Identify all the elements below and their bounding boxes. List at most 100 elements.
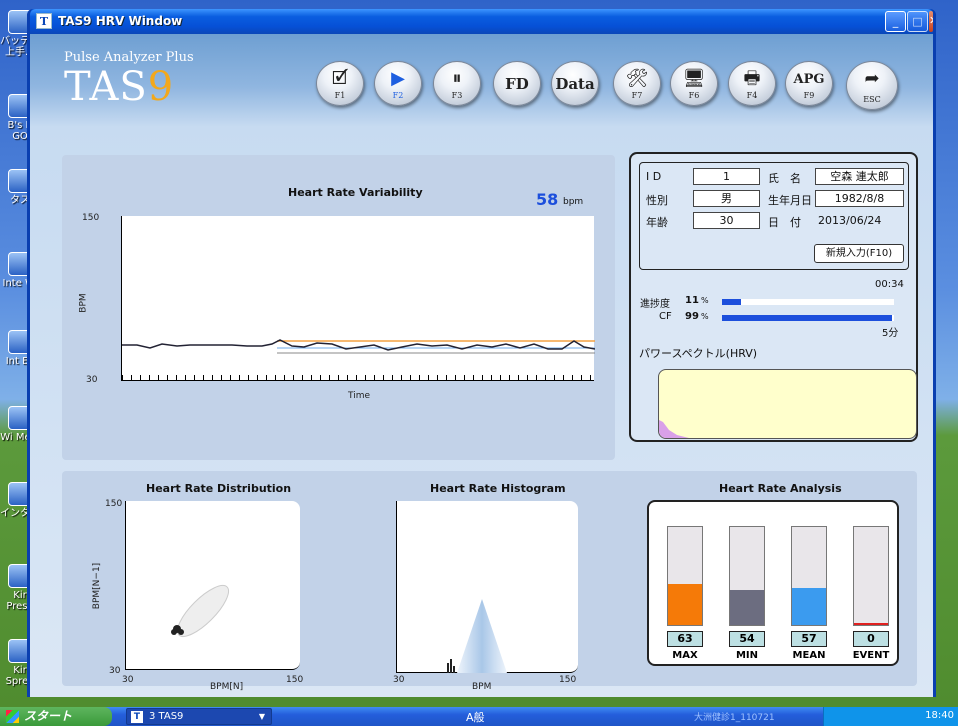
start-button[interactable]: スタート [0, 707, 112, 726]
hrv-x-ticks [122, 375, 595, 380]
dist-ylabel: BPM[N−1] [92, 562, 103, 610]
analysis-label-max: MAX [672, 650, 698, 661]
cf-bar-fill [722, 315, 893, 321]
toolbar-label-fd: FD [505, 75, 529, 93]
hist-xmax: 150 [559, 675, 577, 685]
analysis-value-event: 0 [853, 631, 889, 647]
toolbar-button-monitor[interactable]: 🖥 F6 [670, 61, 718, 106]
spectrum-curve [659, 420, 689, 438]
analysis-column-max [667, 526, 703, 626]
windows-flag-icon [6, 710, 19, 723]
taskbar-item-tas9[interactable]: T 3 TAS9 ▼ [126, 708, 272, 725]
chevron-down-icon: ▼ [258, 712, 265, 721]
analysis-label-min: MIN [735, 650, 759, 661]
toolbar-button-printer[interactable]: 🖶 F4 [728, 61, 776, 106]
hist-xmin: 30 [393, 675, 405, 685]
brand-name: TAS [64, 64, 148, 110]
title-bar[interactable]: T TAS9 HRV Window _ □ ✕ [30, 9, 933, 34]
client-area: Pulse Analyzer Plus TAS9 Heart Rate Vari… [30, 34, 933, 697]
function-key-label: F7 [631, 91, 643, 100]
dist-ymin: 30 [109, 666, 121, 676]
start-label: スタート [24, 709, 73, 723]
pause-icon: ⏸ [452, 68, 462, 89]
exit-arrow-icon: ➦ [864, 68, 880, 89]
ime-bar[interactable]: A般 [466, 709, 485, 725]
dist-points [171, 629, 177, 635]
analysis-title: Heart Rate Analysis [719, 482, 842, 495]
brand-subtitle: Pulse Analyzer Plus [64, 50, 194, 65]
analysis-label-mean: MEAN [792, 650, 826, 661]
function-key-label: F2 [392, 91, 404, 100]
toolbar-label-apg: APG [793, 72, 825, 87]
function-key-label: ESC [863, 95, 881, 104]
histogram-title: Heart Rate Histogram [430, 482, 566, 495]
toolbar-button-pause[interactable]: ⏸ F3 [433, 61, 481, 106]
toolbar-label-data: Data [555, 75, 595, 93]
clock: 18:40 [925, 710, 954, 721]
maximize-button[interactable]: □ [907, 11, 928, 32]
tools-icon: 🛠 [625, 68, 649, 89]
progress-bar-fill [722, 299, 741, 305]
elapsed-time: 00:34 [875, 279, 904, 290]
toolbar-button-apg[interactable]: APG F9 [785, 61, 833, 106]
age-label: 年齢 [646, 216, 668, 229]
spectrum-svg [659, 420, 689, 438]
minimize-button[interactable]: _ [885, 11, 906, 32]
date-value: 2013/06/24 [818, 214, 882, 227]
new-entry-button[interactable]: 新規入力(F10) [814, 244, 904, 263]
printer-icon: 🖶 [743, 68, 761, 89]
analysis-box: 63 MAX 54 MIN 57 MEAN 0 EVENT [647, 500, 899, 666]
toolbar-button-tools[interactable]: 🛠 F7 [613, 61, 661, 106]
hrv-ylabel: BPM [78, 293, 89, 313]
form-icon: 🗹 [331, 68, 349, 89]
sex-label: 性別 [646, 194, 668, 207]
tas9-app-icon: T [131, 711, 143, 723]
name-field[interactable]: 空森 連太郎 [815, 168, 904, 185]
analysis-label-event: EVENT [852, 650, 890, 661]
spectrum-title: パワースペクトル(HRV) [639, 347, 758, 360]
app-icon: T [36, 13, 52, 29]
bpm-unit: bpm [563, 197, 584, 207]
hrv-xlabel: Time [348, 391, 371, 401]
name-label: 氏 名 [768, 172, 801, 185]
id-label: I D [646, 170, 662, 183]
progress-bar [722, 299, 894, 305]
bpm-value: 58 [536, 190, 559, 209]
dist-ymax: 150 [105, 499, 123, 509]
system-tray: 18:40 [823, 707, 958, 726]
hrv-panel: Heart Rate Variability 58 bpm 150 30 BPM… [62, 155, 615, 460]
progress-unit: % [701, 296, 709, 305]
date-label: 日 付 [768, 216, 801, 229]
close-button[interactable]: ✕ [929, 11, 933, 32]
hrv-plot [121, 216, 596, 381]
toolbar-button-exit-arrow[interactable]: ➦ ESC [846, 61, 898, 110]
progress-value: 11 [685, 295, 699, 306]
sex-field[interactable]: 男 [693, 190, 760, 207]
analysis-fill-event [854, 623, 888, 625]
toolbar-button-fd[interactable]: FD [493, 61, 541, 106]
age-field[interactable]: 30 [693, 212, 760, 229]
analysis-column-mean [791, 526, 827, 626]
hist-bar [453, 666, 455, 673]
dist-points [178, 629, 184, 635]
toolbar-button-play[interactable]: ▶ F2 [374, 61, 422, 106]
id-field[interactable]: 1 [693, 168, 760, 185]
patient-info-panel: I D 1 氏 名 空森 連太郎 性別 男 生年月日 1982/8/8 年齢 3… [629, 152, 918, 442]
toolbar-button-data[interactable]: Data [551, 61, 599, 106]
hrv-chart-svg [122, 339, 596, 354]
analysis-column-event [853, 526, 889, 626]
hist-bar [450, 659, 452, 673]
function-key-label: F3 [451, 91, 463, 100]
analysis-value-mean: 57 [791, 631, 827, 647]
distribution-plot [125, 501, 300, 670]
dob-label: 生年月日 [768, 194, 812, 207]
dob-field[interactable]: 1982/8/8 [815, 190, 904, 207]
analysis-fill-mean [792, 587, 826, 625]
taskbar: スタート T 3 TAS9 ▼ A般 大洲健診1_110721 18:40 [0, 707, 958, 726]
analysis-column-min [729, 526, 765, 626]
histogram-svg [447, 599, 507, 673]
hrv-title: Heart Rate Variability [288, 186, 423, 199]
function-key-label: F4 [746, 91, 758, 100]
dist-xmax: 150 [286, 675, 304, 685]
toolbar-button-form[interactable]: 🗹 F1 [316, 61, 364, 106]
